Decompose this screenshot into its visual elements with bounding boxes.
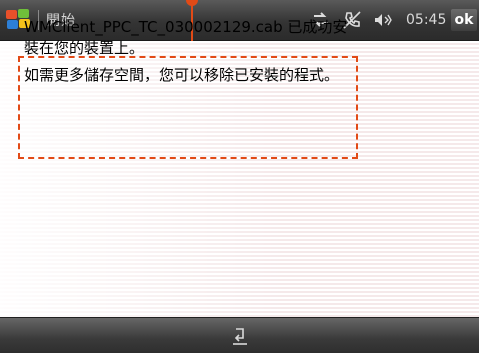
storage-hint-text: 如需更多儲存空間，您可以移除已安裝的程式。: [24, 66, 340, 84]
install-message: WMClient_PPC_TC_030002129.cab 已成功安裝在您的裝置…: [24, 17, 360, 92]
menu-bar: [0, 317, 479, 353]
volume-icon[interactable]: [374, 12, 392, 28]
ok-button[interactable]: ok: [451, 9, 477, 31]
input-panel-icon[interactable]: [229, 325, 251, 347]
clock[interactable]: 05:45: [406, 12, 446, 28]
install-success-text: WMClient_PPC_TC_030002129.cab 已成功安裝在您的裝置…: [24, 18, 348, 57]
